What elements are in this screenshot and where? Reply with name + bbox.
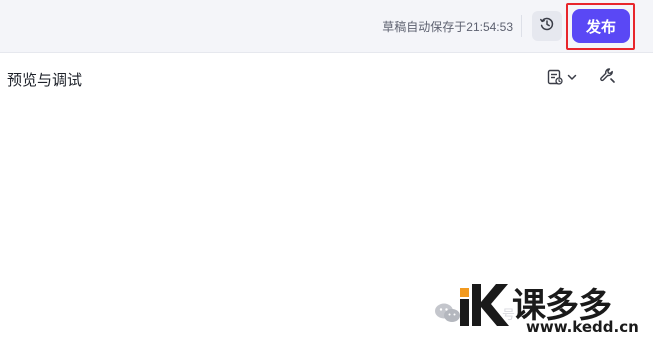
watermark: 号 课多多 www.kedd.cn [430,278,653,339]
document-format-icon [546,68,564,91]
publish-button[interactable]: 发布 [572,9,630,43]
toolbar-divider [521,15,522,37]
format-dropdown-button[interactable] [546,68,582,90]
watermark-url: www.kedd.cn [526,318,639,336]
preview-debug-title: 预览与调试 [7,72,83,89]
history-clock-icon [539,16,555,37]
wrench-icon [599,67,616,89]
debug-tool-button[interactable] [597,68,617,88]
page: 草稿自动保存于21:54:53 发布 预览与调试 号 课多多 www.kedd.… [0,0,653,339]
draft-autosave-status: 草稿自动保存于21:54:53 [382,20,513,34]
chevron-down-icon [566,70,578,88]
kedd-logo-icon [458,280,514,333]
top-toolbar: 草稿自动保存于21:54:53 发布 [0,0,653,53]
history-button[interactable] [532,11,562,41]
